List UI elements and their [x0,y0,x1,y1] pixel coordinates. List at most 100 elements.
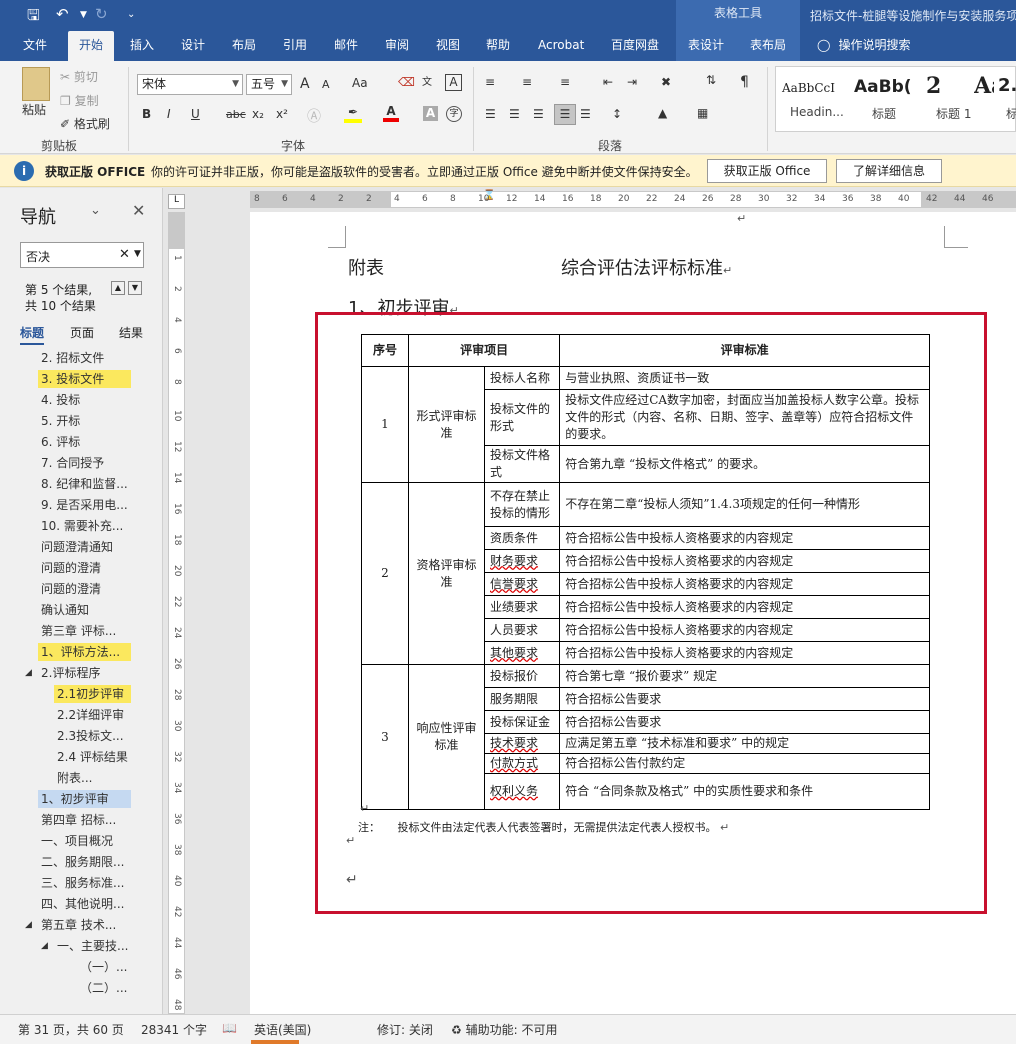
increase-indent-icon[interactable]: ⇥ [627,75,637,89]
tab-table-layout[interactable]: 表布局 [750,31,786,61]
item-cell[interactable]: 投标保证金 [483,710,561,734]
nav-heading-item[interactable]: 4. 投标 [41,391,80,409]
criteria-cell[interactable]: 符合招标公告中投标人资格要求的内容规定 [559,618,930,642]
align-right-icon[interactable]: ☰ [533,107,544,121]
change-case-icon[interactable]: Aa [352,76,368,90]
save-icon[interactable]: 🖫 [27,5,40,30]
tab-layout[interactable]: 布局 [232,31,256,61]
style-heading-1[interactable]: 2 标题 1 [922,67,971,131]
nav-heading-item[interactable]: 第三章 评标... [41,622,116,640]
tab-home[interactable]: 开始 [68,31,115,61]
nav-heading-item[interactable]: 四、其他说明... [41,895,124,913]
nav-heading-item[interactable]: 二、服务期限... [41,853,124,871]
tab-help[interactable]: 帮助 [486,31,510,61]
category-cell[interactable]: 形式评审标准 [408,366,485,483]
item-cell[interactable]: 财务要求 [483,549,561,573]
item-cell[interactable]: 付款方式 [483,753,561,774]
format-painter-button[interactable]: ✐ 格式刷 [60,115,110,132]
chevron-down-icon[interactable]: ▼ [134,249,141,259]
nav-heading-item[interactable]: 9. 是否采用电... [41,496,128,514]
phonetic-guide-icon[interactable]: 文 [422,73,432,88]
align-center-icon[interactable]: ☰ [509,107,520,121]
accessibility-status[interactable]: ♻ 辅助功能: 不可用 [451,1021,557,1038]
tab-mailings[interactable]: 邮件 [334,31,358,61]
close-icon[interactable]: ✕ [132,201,145,220]
next-result-icon[interactable]: ▼ [128,281,142,295]
shading-icon[interactable]: ▲ [658,106,667,120]
font-color-icon[interactable]: A [383,104,399,122]
bullets-icon[interactable]: ≡ [485,75,495,89]
style-title[interactable]: AaBb( 标题 [854,67,914,131]
cut-button[interactable]: ✂ 剪切 [60,68,98,85]
criteria-cell[interactable]: 符合招标公告中投标人资格要求的内容规定 [559,572,930,596]
nav-heading-item[interactable]: 6. 评标 [41,433,80,451]
item-cell[interactable]: 投标报价 [483,664,561,688]
nav-heading-item[interactable]: 2.评标程序 [41,664,100,682]
nav-heading-item[interactable]: 三、服务标准... [41,874,124,892]
tab-insert[interactable]: 插入 [130,31,154,61]
redo-icon[interactable]: ↻ [95,5,108,23]
align-left-icon[interactable]: ☰ [485,107,496,121]
nav-tab-headings[interactable]: 标题 [20,324,45,345]
table-header-cell[interactable]: 序号 [361,334,409,367]
previous-result-icon[interactable]: ▲ [111,281,125,295]
nav-heading-item[interactable]: 2.1初步评审 [54,685,131,703]
paste-icon[interactable] [22,67,50,101]
collapse-icon[interactable]: ◢ [41,937,48,955]
tab-baidu-netdisk[interactable]: 百度网盘 [611,31,659,61]
row-number-cell[interactable]: 2 [361,482,409,665]
item-cell[interactable]: 投标文件格式 [483,445,561,483]
proofing-icon[interactable]: 📖 [222,1021,237,1035]
row-number-cell[interactable]: 3 [361,664,409,810]
justify-icon[interactable]: ☰ [554,104,576,125]
nav-heading-item[interactable]: 2.4 评标结果 [57,748,128,766]
item-cell[interactable]: 业绩要求 [483,595,561,619]
nav-heading-item[interactable]: 第四章 招标... [41,811,116,829]
nav-heading-item[interactable]: 5. 开标 [41,412,80,430]
nav-heading-item[interactable]: 问题的澄清 [41,559,101,577]
italic-button[interactable]: I [167,107,171,121]
tell-me-search[interactable]: ◯ 操作说明搜索 [817,31,910,61]
nav-heading-item[interactable]: 3. 投标文件 [38,370,131,388]
strikethrough-button[interactable]: abc [226,108,246,121]
criteria-cell[interactable]: 符合招标公告中投标人资格要求的内容规定 [559,641,930,665]
nav-heading-item[interactable]: 1、评标方法... [38,643,131,661]
criteria-cell[interactable]: 符合招标公告要求 [559,710,930,734]
collapse-icon[interactable]: ◢ [25,664,32,682]
style-heading-2[interactable]: Aa [974,67,994,131]
clear-search-icon[interactable]: ✕ [119,247,130,262]
font-name-select[interactable]: 宋体 ▼ [137,74,243,95]
subscript-button[interactable]: x₂ [252,107,264,121]
grow-font-icon[interactable]: A [300,76,310,92]
nav-tab-pages[interactable]: 页面 [70,324,94,341]
item-cell[interactable]: 权利义务 [483,773,561,810]
table-header-cell[interactable]: 评审标准 [559,334,930,367]
nav-heading-item[interactable]: 2. 招标文件 [41,349,104,367]
nav-heading-item[interactable]: 7. 合同授予 [41,454,104,472]
language-indicator[interactable]: 英语(美国) [254,1021,311,1038]
item-cell[interactable]: 不存在禁止投标的情形 [483,482,561,527]
nav-tab-results[interactable]: 结果 [119,324,143,341]
tab-table-design[interactable]: 表设计 [688,31,724,61]
document-page[interactable]: ↵ 附表 综合评估法评标标准↵ 1、初步评审↵ 序号 评审项目 评审标准 1 形… [250,212,1016,1014]
style-heading[interactable]: AaBbCcI Headin... [782,67,848,131]
nav-heading-item-current[interactable]: 1、初步评审 [38,790,131,808]
learn-more-button[interactable]: 了解详细信息 [836,159,942,183]
underline-button[interactable]: U [191,107,200,121]
numbering-icon[interactable]: ≡ [522,75,532,89]
word-count[interactable]: 28341 个字 [141,1021,207,1038]
tab-review[interactable]: 审阅 [385,31,409,61]
multilevel-list-icon[interactable]: ≡ [560,75,570,89]
nav-heading-item[interactable]: （二）... [80,979,127,997]
chinese-layout-icon[interactable]: ✖ [661,75,671,89]
text-effects-icon[interactable]: Ⓐ [307,106,321,126]
track-changes-status[interactable]: 修订: 关闭 [377,1021,433,1038]
bold-button[interactable]: B [142,107,151,121]
sort-icon[interactable]: ⇅ [706,73,716,87]
paste-button[interactable]: 粘贴 [22,101,46,118]
font-size-select[interactable]: 五号 ▼ [246,74,292,95]
item-cell[interactable]: 技术要求 [483,733,561,754]
show-marks-icon[interactable]: ¶ [740,74,749,90]
nav-heading-item[interactable]: （一）... [80,958,127,976]
criteria-cell[interactable]: 投标文件应经过CA数字加密，封面应当加盖投标人数字公章。投标文件的形式（内容、名… [559,389,930,446]
